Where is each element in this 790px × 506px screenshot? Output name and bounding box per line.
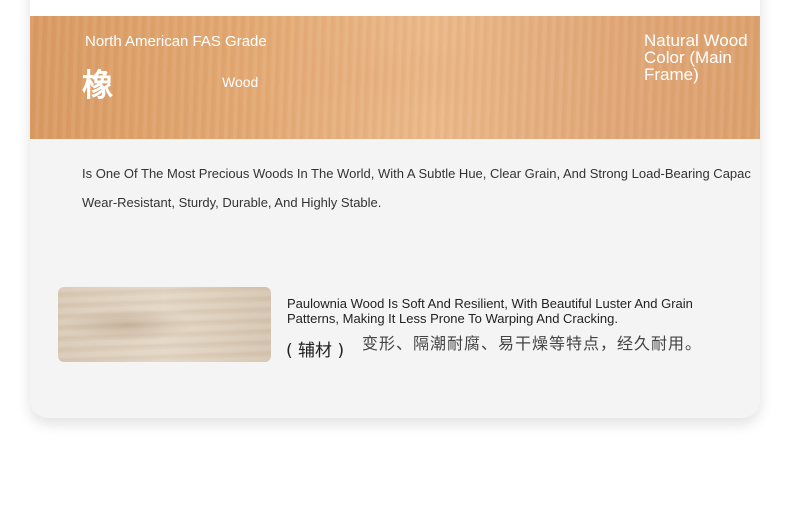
auxiliary-description: Paulownia Wood Is Soft And Resilient, Wi…	[287, 296, 693, 326]
auxiliary-label: ( 辅材 )	[286, 341, 345, 361]
wood-label: Wood	[222, 74, 259, 90]
natural-color-label: Natural Wood Color (Main Frame)	[644, 31, 748, 84]
product-card: North American FAS Grade 橡 Wood Natural …	[30, 0, 760, 418]
description-line-1: Is One Of The Most Precious Woods In The…	[82, 166, 751, 181]
top-strip	[30, 0, 760, 16]
paulownia-wood-image	[58, 287, 271, 362]
description-line-2: Wear-Resistant, Sturdy, Durable, And Hig…	[82, 195, 382, 210]
oak-character: 橡	[82, 68, 113, 104]
wood-banner: North American FAS Grade 橡 Wood Natural …	[30, 16, 760, 139]
auxiliary-description-cn: 变形、隔潮耐腐、易干燥等特点，经久耐用。	[362, 334, 703, 353]
grade-label: North American FAS Grade	[85, 33, 267, 50]
